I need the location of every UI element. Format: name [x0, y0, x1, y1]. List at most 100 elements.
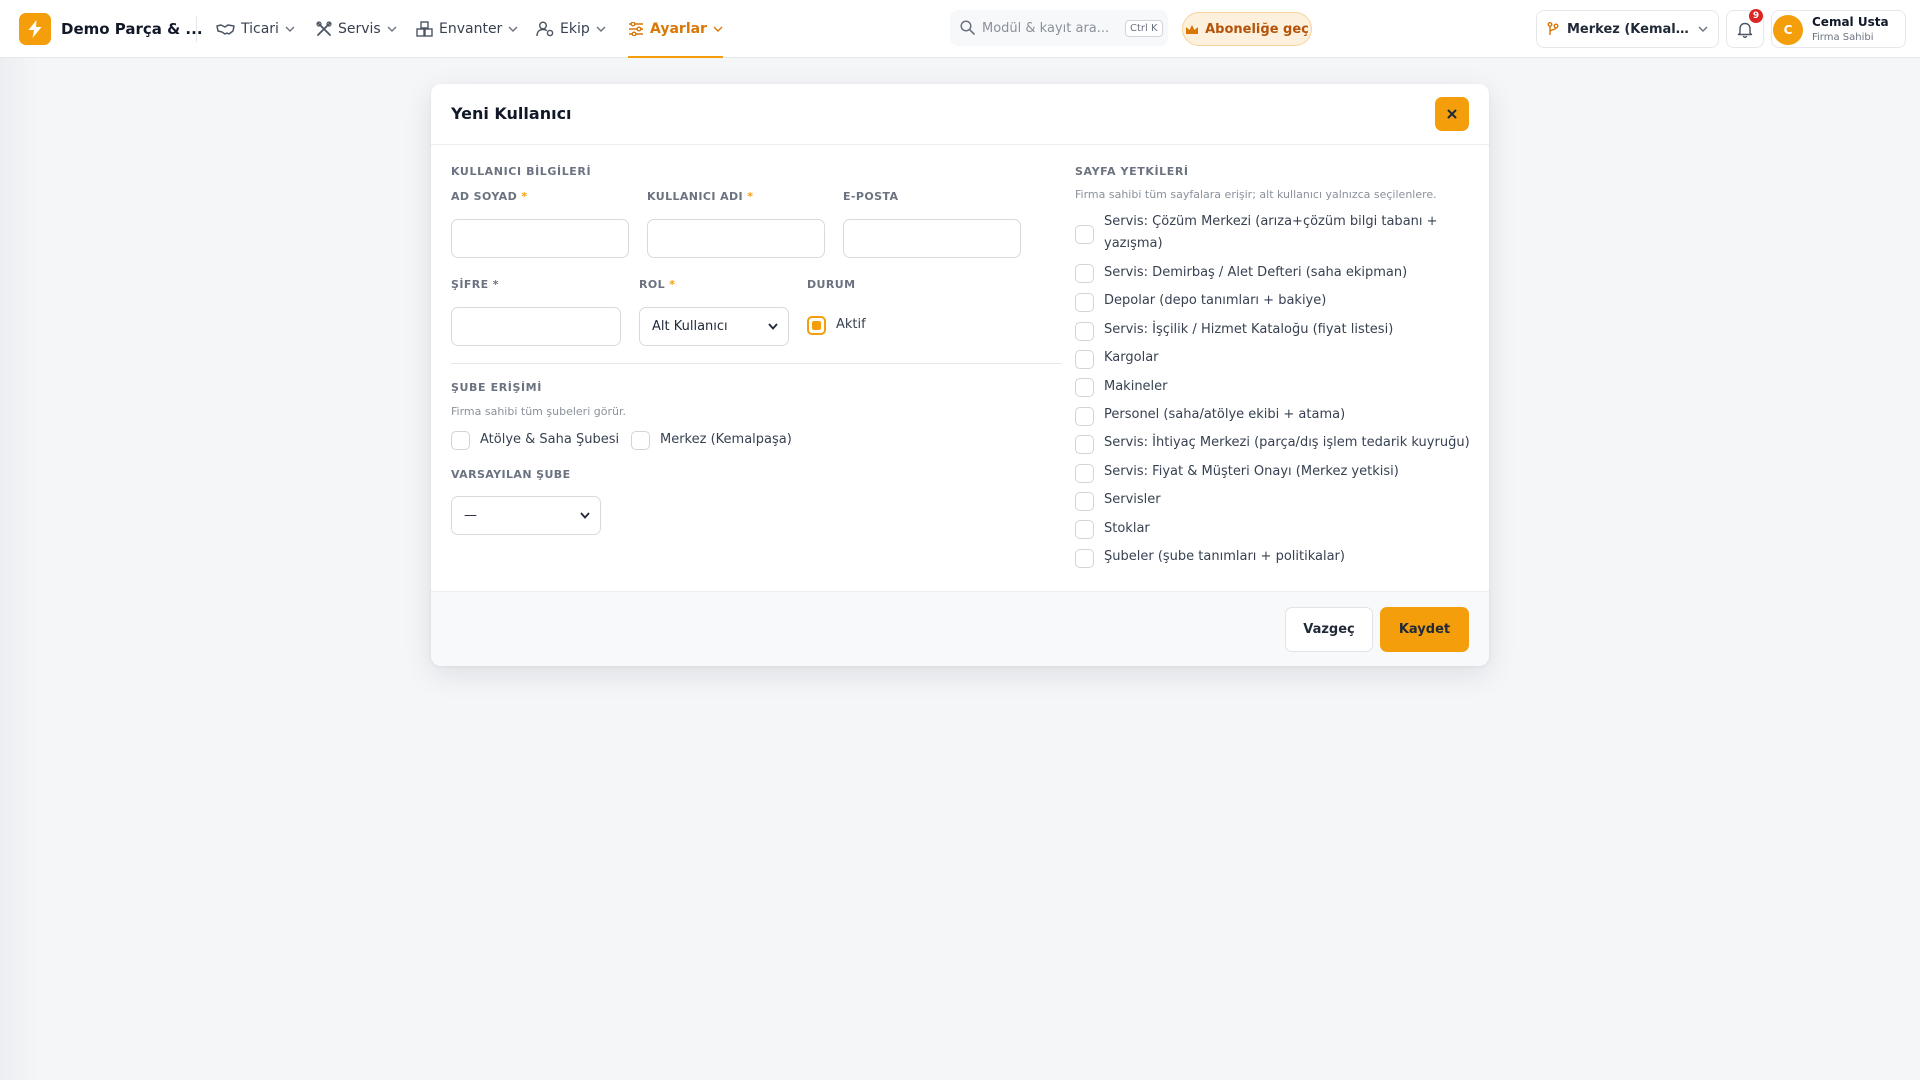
user-menu[interactable]: C Cemal Usta Firma Sahibi: [1771, 10, 1906, 48]
perm-label-depolar: Depolar (depo tanımları + bakiye): [1104, 293, 1327, 308]
nav-item-servis[interactable]: Servis: [316, 0, 397, 58]
brand-logo[interactable]: [19, 13, 51, 45]
branch-checkbox-atolye[interactable]: [451, 431, 470, 450]
sliders-icon: [629, 22, 643, 36]
user-name: Cemal Usta: [1812, 15, 1889, 29]
perm-label-kargolar: Kargolar: [1104, 350, 1159, 365]
perm-checkbox-stoklar[interactable]: [1075, 520, 1094, 539]
username-label: KULLANICI ADI *: [647, 190, 753, 203]
password-input[interactable]: [451, 307, 621, 346]
perm-checkbox-personel[interactable]: [1075, 407, 1094, 426]
email-label: E-POSTA: [843, 190, 899, 203]
default-branch-select[interactable]: —: [451, 496, 601, 535]
section-divider: [451, 363, 1062, 364]
role-select[interactable]: Alt Kullanıcı: [639, 307, 789, 346]
nav-label: Ekip: [560, 21, 590, 37]
perm-label-personel: Personel (saha/atölye ekibi + atama): [1104, 407, 1346, 422]
chevron-down-icon: [285, 26, 295, 32]
search-shortcut-hint: Ctrl K: [1125, 20, 1163, 37]
full-name-label-text: AD SOYAD: [451, 190, 518, 203]
perm-label-makineler: Makineler: [1104, 379, 1168, 394]
nav-label: Envanter: [439, 21, 503, 37]
close-icon: [1447, 109, 1457, 119]
password-label: ŞİFRE *: [451, 278, 499, 291]
page-background: [0, 58, 40, 1080]
chevron-down-icon: [580, 512, 590, 519]
perm-label-subeler: Şubeler (şube tanımları + politikalar): [1104, 549, 1345, 564]
nav-label: Ticari: [241, 21, 279, 37]
branch-switcher[interactable]: Merkez (Kemalpa...: [1536, 10, 1719, 48]
status-active-checkbox[interactable]: [807, 316, 826, 335]
modal-footer: Vazgeç Kaydet: [431, 591, 1489, 666]
perm-label-ihtiyac-merkezi: Servis: İhtiyaç Merkezi (parça/dış işlem…: [1104, 435, 1470, 450]
upgrade-label: Aboneliğe geç: [1205, 21, 1309, 37]
modal-header: Yeni Kullanıcı: [431, 84, 1489, 145]
perm-checkbox-demirbas[interactable]: [1075, 264, 1094, 283]
lightning-icon: [28, 20, 42, 38]
password-label-text: ŞİFRE: [451, 278, 489, 291]
perm-label-fiyat-onayi: Servis: Fiyat & Müşteri Onayı (Merkez ye…: [1104, 464, 1399, 479]
new-user-modal: Yeni Kullanıcı KULLANICI BİLGİLERİ AD SO…: [431, 84, 1489, 666]
chevron-down-icon: [596, 26, 606, 32]
status-label: DURUM: [807, 278, 856, 291]
top-navbar: Demo Parça & ... Ticari Servis Envanter: [0, 0, 1920, 58]
branch-access-helper: Firma sahibi tüm şubeleri görür.: [451, 405, 626, 418]
perm-label-cozum-merkezi: Servis: Çözüm Merkezi (arıza+çözüm bilgi…: [1104, 214, 1438, 251]
section-title-user-info: KULLANICI BİLGİLERİ: [451, 165, 592, 178]
chevron-down-icon: [768, 323, 778, 330]
user-role: Firma Sahibi: [1812, 32, 1874, 43]
perm-checkbox-fiyat-onayi[interactable]: [1075, 464, 1094, 483]
nav-item-envanter[interactable]: Envanter: [416, 0, 518, 58]
tools-icon: [316, 21, 332, 36]
role-select-value: Alt Kullanıcı: [652, 319, 728, 334]
perm-label-iscilik: Servis: İşçilik / Hizmet Kataloğu (fiyat…: [1104, 322, 1394, 337]
search-icon: [960, 20, 975, 35]
full-name-input[interactable]: [451, 219, 629, 258]
nav-item-ticari[interactable]: Ticari: [216, 0, 295, 58]
perm-label-demirbas: Servis: Demirbaş / Alet Defteri (saha ek…: [1104, 265, 1408, 280]
perm-label-servisler: Servisler: [1104, 492, 1161, 507]
modal-title: Yeni Kullanıcı: [451, 104, 572, 123]
required-mark: *: [747, 190, 754, 203]
chevron-down-icon: [508, 26, 518, 32]
nav-item-ekip[interactable]: Ekip: [536, 0, 606, 58]
username-label-text: KULLANICI ADI: [647, 190, 744, 203]
chevron-down-icon: [387, 26, 397, 32]
default-branch-label: VARSAYILAN ŞUBE: [451, 468, 571, 481]
nav-item-ayarlar[interactable]: Ayarlar: [628, 0, 723, 58]
branch-label: Merkez (Kemalpa...: [1567, 21, 1690, 37]
perm-checkbox-depolar[interactable]: [1075, 293, 1094, 312]
role-label-text: ROL: [639, 278, 666, 291]
close-button[interactable]: [1435, 97, 1469, 131]
nav-label: Servis: [338, 21, 381, 37]
perm-checkbox-kargolar[interactable]: [1075, 350, 1094, 369]
branch-label-atolye: Atölye & Saha Şubesi: [480, 432, 620, 447]
page-permissions-helper: Firma sahibi tüm sayfalara erişir; alt k…: [1075, 188, 1437, 201]
upgrade-button[interactable]: Aboneliğe geç: [1182, 12, 1312, 46]
perm-checkbox-ihtiyac-merkezi[interactable]: [1075, 435, 1094, 454]
search-input[interactable]: [982, 18, 1112, 38]
default-branch-value: —: [464, 508, 477, 523]
perm-checkbox-iscilik[interactable]: [1075, 322, 1094, 341]
brand-name[interactable]: Demo Parça & ...: [61, 20, 203, 38]
required-mark: *: [669, 278, 676, 291]
perm-checkbox-subeler[interactable]: [1075, 549, 1094, 568]
handshake-icon: [216, 24, 235, 35]
perm-checkbox-servisler[interactable]: [1075, 492, 1094, 511]
cancel-button[interactable]: Vazgeç: [1285, 607, 1373, 652]
crown-icon: [1186, 24, 1199, 34]
global-search[interactable]: Ctrl K: [950, 10, 1168, 46]
bell-icon: [1737, 22, 1753, 38]
notifications-button[interactable]: 9: [1726, 9, 1764, 48]
nav-divider: [196, 16, 197, 42]
perm-checkbox-cozum-merkezi[interactable]: [1075, 225, 1094, 244]
save-button[interactable]: Kaydet: [1380, 607, 1469, 652]
branch-checkbox-merkez[interactable]: [631, 431, 650, 450]
user-cog-icon: [536, 21, 554, 37]
required-mark: *: [521, 190, 528, 203]
username-input[interactable]: [647, 219, 825, 258]
full-name-label: AD SOYAD *: [451, 190, 528, 203]
perm-checkbox-makineler[interactable]: [1075, 378, 1094, 397]
status-active-label: Aktif: [836, 317, 866, 332]
email-input[interactable]: [843, 219, 1021, 258]
